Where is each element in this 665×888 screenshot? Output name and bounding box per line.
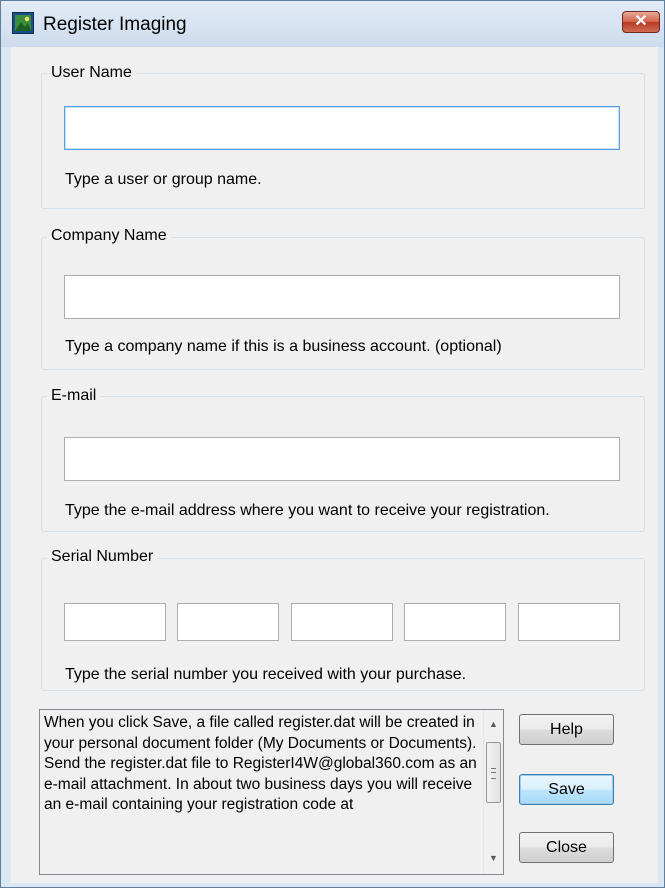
scroll-up-arrow-icon[interactable]: ▲ bbox=[486, 716, 501, 733]
registration-info-textbox[interactable]: When you click Save, a file called regis… bbox=[39, 709, 504, 875]
close-icon: ✕ bbox=[634, 13, 648, 30]
window-title: Register Imaging bbox=[43, 14, 187, 35]
save-button[interactable]: Save bbox=[519, 774, 614, 805]
scroll-down-arrow-icon[interactable]: ▼ bbox=[486, 850, 501, 867]
user-name-input[interactable] bbox=[64, 106, 620, 150]
help-button[interactable]: Help bbox=[519, 714, 614, 745]
serial-number-hint: Type the serial number you received with… bbox=[65, 666, 467, 683]
email-hint: Type the e-mail address where you want t… bbox=[65, 502, 550, 519]
info-vertical-scrollbar[interactable]: ▲ ▼ bbox=[483, 710, 503, 874]
user-name-hint: Type a user or group name. bbox=[65, 171, 262, 188]
window-close-button[interactable]: ✕ bbox=[622, 11, 660, 33]
serial-number-segment-2[interactable] bbox=[177, 603, 279, 641]
app-icon bbox=[12, 12, 34, 34]
scroll-grip-icon bbox=[491, 768, 496, 779]
serial-number-segment-1[interactable] bbox=[64, 603, 166, 641]
dialog-client-area: User Name Type a user or group name. Com… bbox=[10, 47, 659, 883]
company-name-group-title: Company Name bbox=[47, 227, 171, 245]
register-imaging-dialog: Register Imaging ✕ User Name Type a user… bbox=[0, 0, 665, 888]
close-button[interactable]: Close bbox=[519, 832, 614, 863]
company-name-input[interactable] bbox=[64, 275, 620, 319]
registration-info-text: When you click Save, a file called regis… bbox=[44, 714, 477, 813]
email-group-title: E-mail bbox=[47, 387, 101, 405]
title-bar[interactable]: Register Imaging ✕ bbox=[1, 1, 664, 47]
company-name-hint: Type a company name if this is a busines… bbox=[65, 338, 502, 355]
serial-number-segment-3[interactable] bbox=[291, 603, 393, 641]
email-input[interactable] bbox=[64, 437, 620, 481]
serial-number-segment-4[interactable] bbox=[404, 603, 506, 641]
user-name-group-title: User Name bbox=[47, 64, 136, 82]
serial-number-segment-5[interactable] bbox=[518, 603, 620, 641]
serial-number-group-title: Serial Number bbox=[47, 548, 158, 566]
scroll-thumb[interactable] bbox=[486, 742, 501, 803]
